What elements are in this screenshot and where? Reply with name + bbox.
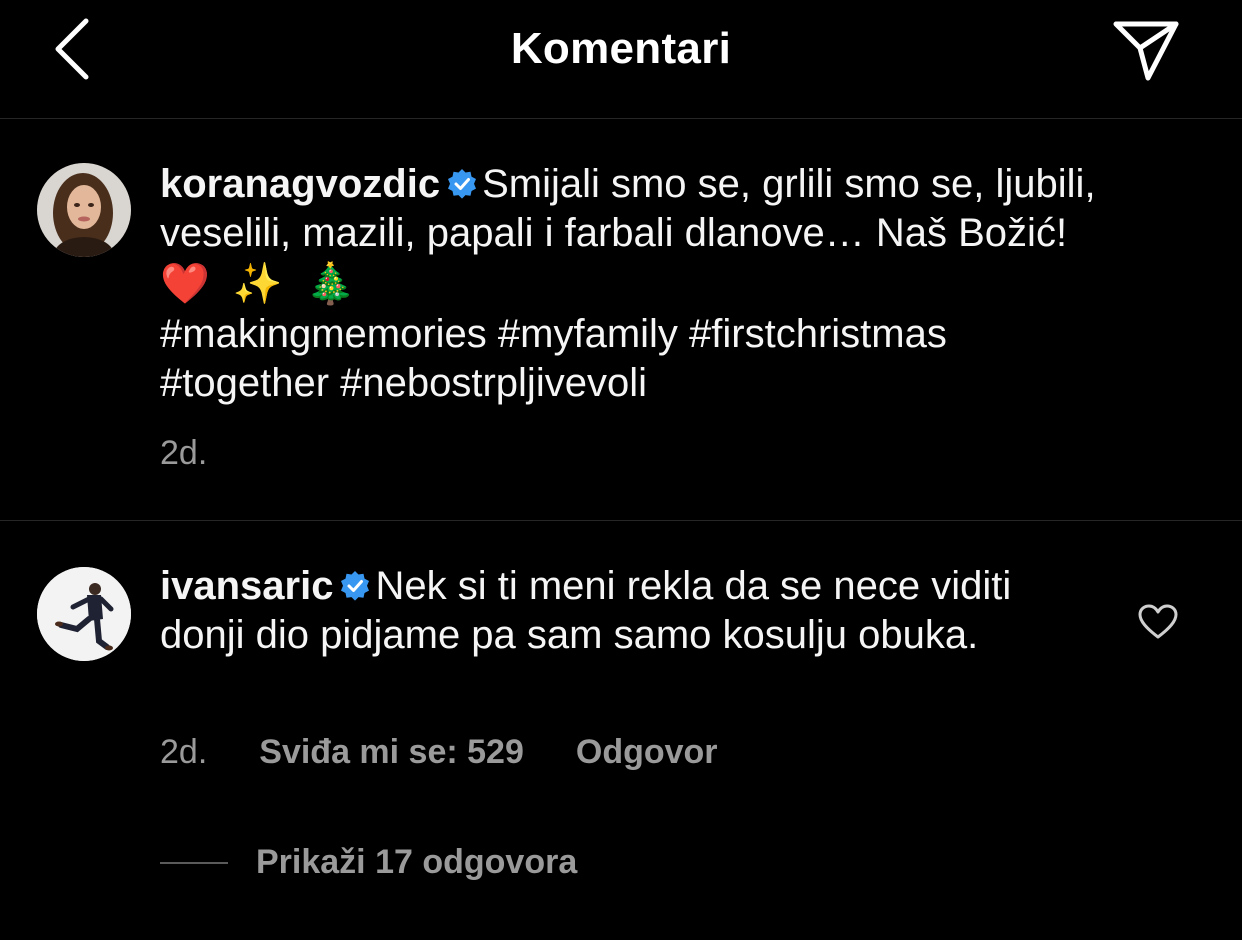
page-title: Komentari xyxy=(510,24,732,73)
caption-hashtags-line-2[interactable]: #together #nebostrpljivevoli xyxy=(160,359,1200,408)
avatar-photo xyxy=(37,163,131,257)
verified-badge-icon xyxy=(341,571,370,601)
like-button[interactable] xyxy=(1136,600,1180,644)
likes-count[interactable]: Sviđa mi se: 529 xyxy=(259,733,524,772)
avatar-photo xyxy=(37,567,131,661)
caption-hashtags-line-1[interactable]: #makingmemories #myfamily #firstchristma… xyxy=(160,310,1200,359)
caption-timestamp: 2d. xyxy=(160,434,208,472)
view-replies-label: Prikaži 17 odgovora xyxy=(256,843,578,881)
share-button[interactable] xyxy=(1108,14,1184,86)
comment: ivansaric Nek si ti meni rekla da se nec… xyxy=(160,562,1100,660)
reply-button[interactable]: Odgovor xyxy=(576,733,718,772)
avatar[interactable] xyxy=(37,163,131,257)
paper-plane-icon xyxy=(1113,21,1179,81)
comment-meta: 2d. Sviđa mi se: 529 Odgovor xyxy=(160,733,718,772)
caption-username[interactable]: koranagvozdic xyxy=(160,162,440,206)
avatar[interactable] xyxy=(37,567,131,661)
verified-badge-icon xyxy=(448,169,477,199)
caption-emojis: ❤️ ✨ 🎄 xyxy=(160,262,362,306)
post-caption: koranagvozdic Smijali smo se, grlili smo… xyxy=(160,160,1200,408)
view-replies-button[interactable]: Prikaži 17 odgovora xyxy=(160,843,577,882)
heart-icon xyxy=(1138,604,1178,639)
replies-divider-line xyxy=(160,861,228,864)
divider xyxy=(0,520,1242,521)
comment-username[interactable]: ivansaric xyxy=(160,564,333,608)
header: Komentari xyxy=(0,0,1242,119)
comment-timestamp: 2d. xyxy=(160,733,208,771)
